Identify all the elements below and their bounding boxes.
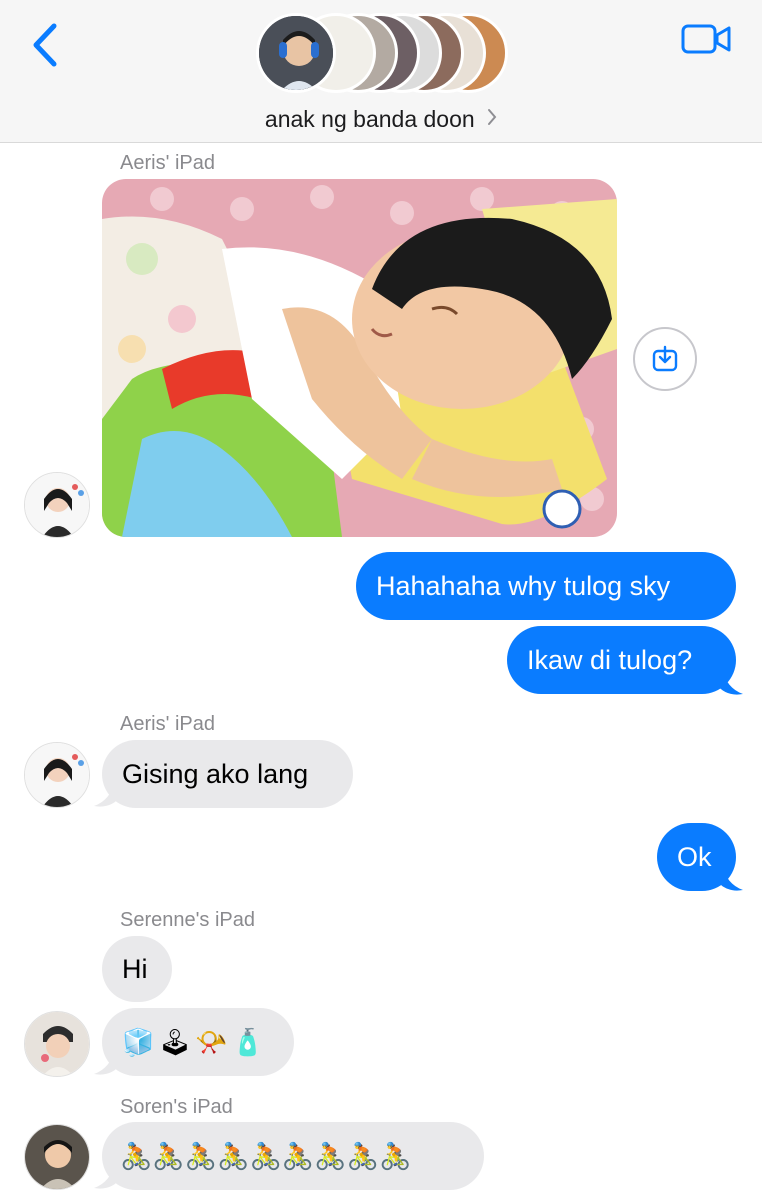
lotion-bottle-emoji: 🧴 xyxy=(231,1027,265,1057)
group-name-button[interactable]: anak ng banda doon xyxy=(0,106,762,133)
sender-label: Serenne's iPad xyxy=(120,909,256,931)
cyclist-emoji: 🚴 xyxy=(249,1141,282,1171)
bubble-tail xyxy=(94,1162,121,1189)
outgoing-message[interactable]: Hahahaha why tulog sky xyxy=(356,552,736,620)
bubble-tail xyxy=(94,1048,121,1075)
photo-attachment[interactable] xyxy=(102,179,617,537)
cyclist-emoji: 🚴 xyxy=(281,1141,315,1171)
message-text: Ikaw di tulog? xyxy=(527,644,693,675)
outgoing-message[interactable]: Ikaw di tulog? xyxy=(507,626,736,694)
bubble-tail xyxy=(716,668,743,695)
emoji-list: 🚴 🚴 🚴 🚴 🚴 🚴 🚴 🚴 🚴 xyxy=(120,1143,411,1169)
group-name-label: anak ng banda doon xyxy=(264,106,475,132)
message-text: Gising ako lang xyxy=(122,758,309,789)
download-icon xyxy=(652,345,678,372)
incoming-message[interactable]: Hi xyxy=(102,936,172,1002)
message-text: Hahahaha why tulog sky xyxy=(376,570,671,601)
chevron-left-icon[interactable] xyxy=(28,20,64,70)
avatar[interactable] xyxy=(24,742,90,808)
cyclist-emoji: 🚴 xyxy=(217,1141,250,1171)
avatar[interactable] xyxy=(24,1011,90,1077)
sender-label: Soren's iPad xyxy=(120,1096,233,1118)
conversation-header: anak ng banda doon xyxy=(0,0,762,143)
save-photo-button[interactable] xyxy=(633,327,697,391)
joystick-emoji: 🕹 xyxy=(158,1027,192,1057)
cyclist-emoji: 🚴 xyxy=(152,1141,185,1171)
avatar[interactable] xyxy=(24,472,90,538)
avatar[interactable] xyxy=(24,1124,90,1190)
sender-label: Aeris' iPad xyxy=(120,713,215,735)
member-avatar xyxy=(256,13,336,93)
message-text: Hi xyxy=(122,953,148,984)
sender-label: Aeris' iPad xyxy=(120,152,215,174)
cyclist-emoji: 🚴 xyxy=(379,1141,412,1171)
incoming-message[interactable]: Gising ako lang xyxy=(102,740,353,808)
message-text: Ok xyxy=(677,841,712,872)
ice-cube-emoji: 🧊 xyxy=(122,1027,155,1057)
emoji-list: 🧊 🕹 📯 🧴 xyxy=(122,1029,264,1055)
incoming-message[interactable]: 🚴 🚴 🚴 🚴 🚴 🚴 🚴 🚴 🚴 xyxy=(102,1122,484,1190)
cyclist-emoji: 🚴 xyxy=(346,1141,379,1171)
cyclist-emoji: 🚴 xyxy=(184,1141,218,1171)
cyclist-emoji: 🚴 xyxy=(120,1141,153,1171)
cyclist-emoji: 🚴 xyxy=(314,1141,347,1171)
horn-emoji: 📯 xyxy=(195,1027,228,1057)
chevron-right-icon xyxy=(488,109,497,125)
bubble-tail xyxy=(94,780,121,807)
bubble-tail xyxy=(716,864,743,891)
group-avatar-stack[interactable] xyxy=(256,13,508,97)
video-camera-icon[interactable] xyxy=(680,20,732,58)
incoming-message[interactable]: 🧊 🕹 📯 🧴 xyxy=(102,1008,294,1076)
